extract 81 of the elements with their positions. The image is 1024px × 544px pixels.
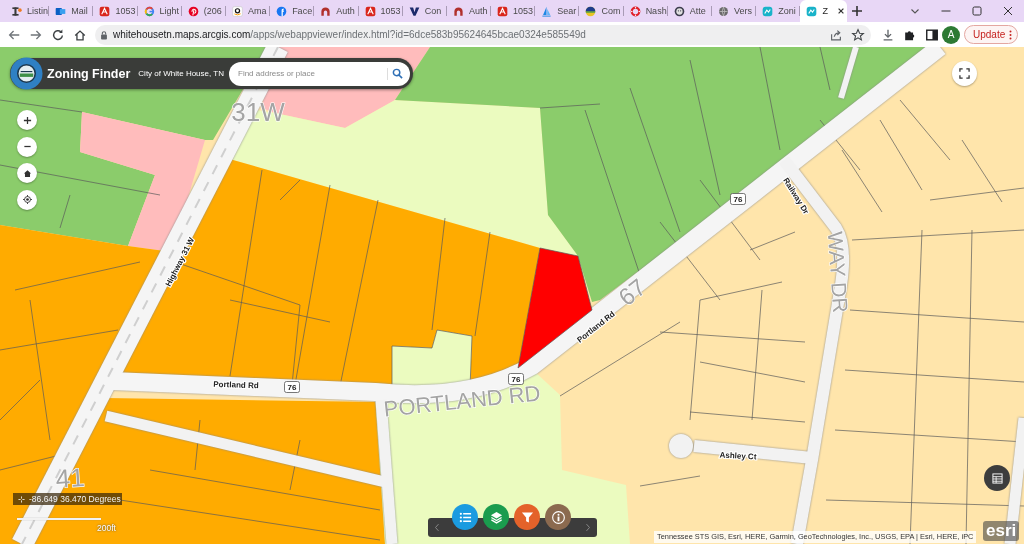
route-shield: 76	[508, 373, 524, 385]
browser-tab[interactable]: Vers	[712, 0, 757, 22]
plus-icon[interactable]	[22, 115, 32, 125]
split-circle-icon	[585, 5, 597, 17]
app-logo-icon	[762, 5, 774, 17]
arch-icon	[320, 5, 332, 17]
pin-logo-icon	[187, 5, 199, 17]
arch-icon	[452, 5, 464, 17]
seal-logo-icon	[10, 57, 43, 90]
highway-label: 67	[613, 273, 651, 311]
face-icon	[673, 5, 685, 17]
close-icon[interactable]	[1003, 6, 1013, 16]
chevron-left-icon[interactable]	[434, 523, 440, 532]
maximize-icon[interactable]	[972, 6, 982, 16]
star-icon[interactable]	[851, 27, 865, 42]
chevron-right-icon[interactable]	[585, 523, 591, 532]
smile-logo-icon	[231, 5, 243, 17]
close-icon[interactable]	[836, 7, 845, 15]
road-label: Ashley Ct	[719, 450, 757, 462]
update-button[interactable]: Update	[964, 25, 1018, 44]
logo-icon	[11, 5, 22, 17]
share-icon[interactable]	[829, 27, 843, 42]
route-shield: 76	[730, 193, 746, 205]
road-label: Portland Rd	[213, 379, 259, 391]
sidebar-icon[interactable]	[925, 27, 939, 42]
locate-icon[interactable]	[22, 195, 32, 204]
browser-tab[interactable]: Con	[402, 0, 447, 22]
browser-tab[interactable]: Auth	[314, 0, 359, 22]
highway-label: 31W	[231, 97, 285, 127]
browser-tab[interactable]: 1053	[491, 0, 536, 22]
chevron-down-icon[interactable]	[910, 6, 920, 16]
app-logo-icon	[806, 5, 818, 17]
browser-tab[interactable]: Mail	[49, 0, 94, 22]
browser-tab[interactable]: Zoni	[756, 0, 801, 22]
browser-tab[interactable]: Z	[800, 0, 848, 22]
info-icon[interactable]	[551, 510, 565, 524]
reload-icon[interactable]	[51, 27, 65, 42]
browser-tab[interactable]: Nash	[623, 0, 668, 22]
download-icon[interactable]	[881, 27, 895, 42]
browser-tab[interactable]: (206	[181, 0, 226, 22]
table-icon[interactable]	[991, 472, 1003, 484]
v-logo-icon	[408, 5, 420, 17]
tile-logo-icon	[99, 5, 111, 17]
tile-logo-icon	[364, 5, 376, 17]
layers-icon[interactable]	[489, 510, 503, 524]
crosshair-icon	[18, 495, 25, 503]
route-shield: 76	[284, 381, 300, 393]
scale-label: 200ft	[97, 523, 116, 533]
home-icon[interactable]	[22, 168, 32, 178]
highway-label: WAY DR	[823, 230, 853, 314]
browser-tab[interactable]: Auth	[446, 0, 492, 22]
browser-tab[interactable]: Atte	[667, 0, 712, 22]
browser-tab[interactable]: Light	[137, 0, 182, 22]
ring-icon	[629, 5, 641, 17]
globe-icon	[718, 5, 729, 17]
browser-tab[interactable]: Ama	[225, 0, 271, 22]
coordinates-text: -86.649 36.470 Degrees	[29, 494, 121, 504]
app-title: Zoning Finder	[47, 66, 131, 81]
tile-logo-icon	[497, 5, 509, 17]
search-field[interactable]: Find address or place	[229, 61, 410, 86]
url-text[interactable]: whitehousetn.maps.arcgis.com/apps/webappviewer/index.html?id=6dce583b95624645bcae0324e585549d	[113, 29, 586, 40]
plus-icon[interactable]	[851, 5, 864, 17]
mail-icon	[55, 5, 67, 17]
circle-logo-icon	[276, 5, 288, 17]
browser-tab[interactable]: 1053	[358, 0, 403, 22]
lock-icon[interactable]	[99, 29, 109, 40]
address-bar[interactable]: whitehousetn.maps.arcgis.com/apps/webappviewer/index.html?id=6dce583b95624645bcae0324e585549d	[95, 24, 871, 45]
browser-tab[interactable]: 1053	[93, 0, 138, 22]
browser-tab[interactable]: Com	[579, 0, 624, 22]
browser-tab[interactable]: Face	[270, 0, 315, 22]
app-subtitle: City of White House, TN	[138, 69, 224, 78]
logo-wordmark: esri	[983, 521, 1020, 541]
profile-button[interactable]: A	[942, 25, 960, 44]
browser-tab[interactable]: Listin	[5, 0, 50, 22]
browser-tab[interactable]: Sear	[535, 0, 580, 22]
sail-icon	[541, 5, 553, 17]
highway-label: 41	[54, 462, 86, 494]
more-icon[interactable]	[1009, 29, 1013, 40]
search-icon[interactable]	[392, 68, 403, 79]
expand-icon[interactable]	[959, 68, 970, 79]
ring-logo-icon	[143, 5, 155, 17]
